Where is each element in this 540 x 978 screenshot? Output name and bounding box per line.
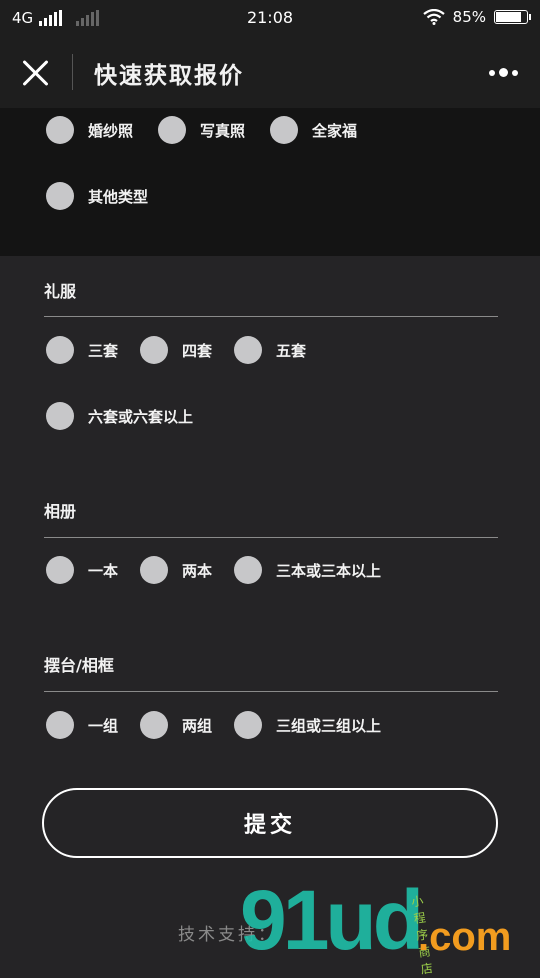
album-section-title: 相册	[44, 502, 77, 521]
battery-icon	[494, 10, 531, 24]
wifi-icon	[422, 9, 445, 25]
option-other-type[interactable]: 其他类型	[46, 182, 148, 210]
option-dress-3[interactable]: 三套	[46, 336, 118, 364]
radio-circle[interactable]	[46, 711, 74, 739]
option-dress-5[interactable]: 五套	[234, 336, 306, 364]
option-frame-2[interactable]: 两组	[140, 711, 212, 739]
battery-percent: 85%	[452, 8, 486, 26]
option-frame-1[interactable]: 一组	[46, 711, 118, 739]
nav-divider	[72, 54, 73, 90]
page-title: 快速获取报价	[94, 62, 244, 89]
radio-circle[interactable]	[46, 336, 74, 364]
watermark-main: 91ud	[240, 873, 424, 967]
option-label: 六套或六套以上	[88, 407, 194, 426]
option-portrait-photo[interactable]: 写真照	[158, 116, 245, 144]
option-album-3-plus[interactable]: 三本或三本以上	[234, 556, 381, 584]
option-wedding-photo[interactable]: 婚纱照	[46, 116, 133, 144]
option-family-photo[interactable]: 全家福	[270, 116, 357, 144]
option-label: 三组或三组以上	[276, 716, 382, 735]
option-dress-4[interactable]: 四套	[140, 336, 212, 364]
radio-circle[interactable]	[46, 402, 74, 430]
radio-circle[interactable]	[140, 711, 168, 739]
submit-button[interactable]: 提交	[42, 788, 498, 858]
option-label: 五套	[276, 341, 307, 360]
status-bar: 4G 21:08 85%	[0, 0, 540, 36]
option-label: 其他类型	[88, 187, 149, 206]
dress-section-title: 礼服	[44, 282, 77, 301]
more-options-icon[interactable]	[489, 68, 518, 77]
option-album-2[interactable]: 两本	[140, 556, 212, 584]
radio-circle[interactable]	[234, 336, 262, 364]
radio-circle[interactable]	[270, 116, 298, 144]
radio-circle[interactable]	[158, 116, 186, 144]
option-label: 两组	[182, 716, 213, 735]
close-icon[interactable]	[20, 58, 50, 88]
divider	[44, 316, 498, 317]
option-label: 三套	[88, 341, 119, 360]
radio-circle[interactable]	[234, 711, 262, 739]
radio-circle[interactable]	[46, 182, 74, 210]
status-right: 85%	[422, 8, 531, 26]
option-label: 四套	[182, 341, 213, 360]
option-label: 三本或三本以上	[276, 561, 382, 580]
radio-circle[interactable]	[140, 556, 168, 584]
option-label: 全家福	[312, 121, 358, 140]
option-frame-3-plus[interactable]: 三组或三组以上	[234, 711, 381, 739]
radio-circle[interactable]	[234, 556, 262, 584]
frame-section-title: 摆台/相框	[44, 656, 114, 675]
divider	[44, 691, 498, 692]
option-album-1[interactable]: 一本	[46, 556, 118, 584]
option-label: 婚纱照	[88, 121, 134, 140]
watermark-suffix: .com	[418, 915, 512, 959]
battery-fill	[496, 12, 522, 22]
option-label: 一组	[88, 716, 119, 735]
photo-type-section: 婚纱照 写真照 全家福 其他类型	[0, 108, 540, 256]
radio-circle[interactable]	[46, 556, 74, 584]
option-label: 写真照	[200, 121, 246, 140]
radio-circle[interactable]	[46, 116, 74, 144]
radio-circle[interactable]	[140, 336, 168, 364]
option-label: 一本	[88, 561, 119, 580]
option-label: 两本	[182, 561, 213, 580]
divider	[44, 537, 498, 538]
nav-bar: 快速获取报价	[0, 36, 540, 108]
option-dress-6-plus[interactable]: 六套或六套以上	[46, 402, 193, 430]
